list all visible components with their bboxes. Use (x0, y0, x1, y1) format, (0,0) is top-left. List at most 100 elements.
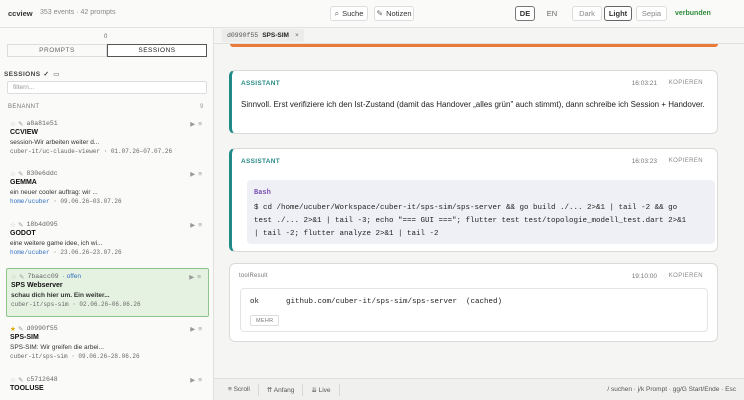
session-controls[interactable]: ▶≡ (189, 273, 204, 281)
star-icon[interactable]: ☆ (10, 120, 18, 128)
tab-sessions[interactable]: SESSIONS (107, 44, 207, 57)
sessions-section-title: SESSIONS ✓ ▭ (4, 70, 60, 78)
session-item[interactable]: ☆ ✎ 830e6ddc ▶≡ GEMMA ein neuer cooler a… (6, 166, 209, 209)
session-meta: cuber-it/uc-claude-viewer · 01.07.26–07.… (10, 148, 173, 155)
session-filter-input[interactable] (7, 81, 207, 94)
session-title: GEMMA (10, 179, 37, 186)
session-title: CCVIEW (10, 129, 38, 136)
star-icon[interactable]: ☆ (10, 376, 18, 384)
session-id: d0990f55 (26, 325, 58, 332)
session-dates: 09.06.26–28.06.26 (78, 353, 140, 360)
notes-label: Notizen (386, 9, 412, 18)
session-preview: ein neuer cooler auftrag: wir ... (10, 189, 98, 196)
session-item[interactable]: ★ ✎ d0990f55 ▶≡ SPS-SIM SPS-SIM: Wir gre… (6, 321, 209, 364)
session-title: SPS Webserver (11, 282, 63, 289)
session-controls[interactable]: ▶≡ (190, 170, 205, 178)
search-button[interactable]: ⌕ Suche (330, 6, 368, 21)
close-icon[interactable]: × (295, 32, 299, 39)
star-icon[interactable]: ☆ (10, 221, 18, 229)
collapse-icon[interactable]: ▭ (53, 71, 60, 78)
tool-command: $ cd /home/ucuber/Workspace/cuber-it/sps… (254, 204, 687, 238)
lang-de-button[interactable]: DE (515, 6, 535, 21)
session-id: 830e6ddc (26, 170, 58, 177)
theme-dark-button[interactable]: Dark (572, 6, 602, 21)
session-controls[interactable]: ▶≡ (190, 120, 205, 128)
section-label: SESSIONS (4, 71, 41, 78)
session-project: home/ucuber (10, 198, 50, 205)
theme-light-button[interactable]: Light (604, 6, 632, 21)
star-icon[interactable]: ★ (10, 325, 18, 333)
session-item[interactable]: ☆ ✎ 18b4d095 ▶≡ GODOT eine weitere game … (6, 217, 209, 260)
copy-button[interactable]: KOPIEREN (669, 273, 703, 279)
session-project: home/ucuber (10, 249, 50, 256)
session-title: SPS-SIM (10, 334, 39, 341)
session-id: 7baacc09 (27, 273, 59, 280)
session-controls[interactable]: ▶≡ (190, 376, 205, 384)
pin-icon[interactable]: ✎ (18, 170, 23, 178)
star-icon[interactable]: ☆ (11, 273, 19, 281)
sidebar: 0 PROMPTS SESSIONS SESSIONS✓▭ BENANNT 9 … (0, 28, 214, 400)
session-project: cuber-it/uc-claude-viewer (10, 148, 101, 155)
session-project: cuber-it/sps-sim (10, 353, 68, 360)
pin-icon[interactable]: ✎ (18, 325, 23, 333)
pin-icon[interactable]: ✎ (18, 376, 23, 384)
tool-call-block: Bash $ cd /home/ucuber/Workspace/cuber-i… (247, 180, 715, 244)
sidebar-tabs: PROMPTS SESSIONS (7, 44, 207, 57)
session-controls[interactable]: ▶≡ (190, 221, 205, 229)
message-time: 16:03:21 (631, 80, 657, 87)
pin-icon[interactable]: ✎ (19, 273, 24, 281)
more-button[interactable]: MEHR (250, 315, 280, 326)
theme-sepia-button[interactable]: Sepia (636, 6, 667, 21)
notes-icon: ✎ (376, 9, 384, 18)
session-status: · offen (62, 273, 81, 280)
session-id: c5712648 (26, 376, 58, 383)
session-item[interactable]: ☆ ✎ a8a81e51 ▶≡ CCVIEW session-Wir arbei… (6, 116, 209, 159)
jump-live-button[interactable]: ⇊ Live (303, 383, 340, 396)
session-dates: 09.06.26–03.07.26 (60, 198, 122, 205)
check-icon[interactable]: ✓ (43, 71, 49, 78)
pin-icon[interactable]: ✎ (18, 221, 23, 229)
assistant-tool-message: ASSISTANT 16:03:23 KOPIEREN Bash $ cd /h… (229, 148, 718, 252)
lang-en-button[interactable]: EN (541, 6, 563, 21)
message-text: Sinnvoll. Erst verifiziere ich den Ist-Z… (241, 100, 705, 109)
session-meta: cuber-it/sps-sim · 09.06.26–28.06.26 (10, 353, 140, 360)
message-time: 19:10:00 (631, 273, 657, 280)
assistant-message: ASSISTANT 16:03:21 KOPIEREN Sinnvoll. Er… (229, 70, 718, 134)
group-label: BENANNT (8, 104, 40, 110)
connection-status: verbunden (675, 10, 711, 17)
copy-button[interactable]: KOPIEREN (669, 158, 703, 164)
previous-card-edge (230, 44, 718, 47)
notes-button[interactable]: ✎ Notizen (374, 6, 414, 21)
open-session-tab[interactable]: d0990f55 SPS-SIM × (222, 29, 304, 42)
scroll-button[interactable]: ≡ Scroll (214, 383, 259, 396)
jump-start-button[interactable]: ⇈ Anfang (259, 383, 304, 396)
footer-bar: ≡ Scroll ⇈ Anfang ⇊ Live / suchen · j/k … (214, 378, 744, 400)
session-dates: 01.07.26–07.07.26 (110, 148, 173, 155)
tool-result-message: toolResult 19:10:00 KOPIEREN ok github.c… (229, 263, 718, 342)
tool-name: Bash (254, 189, 271, 197)
pin-icon[interactable]: ✎ (18, 120, 23, 128)
session-dates: 23.06.26–23.07.26 (60, 249, 122, 256)
session-title: TOOLUSE (10, 385, 44, 392)
message-role: ASSISTANT (241, 158, 281, 165)
session-item-active[interactable]: ☆ ✎ 7baacc09 · offen ▶≡ SPS Webserver sc… (6, 268, 209, 317)
session-preview: SPS-SIM: Wir greifen die arbei... (10, 344, 104, 351)
session-id: a8a81e51 (26, 120, 58, 127)
session-id: 18b4d095 (26, 221, 58, 228)
star-icon[interactable]: ☆ (10, 170, 18, 178)
session-meta: home/ucuber · 09.06.26–03.07.26 (10, 198, 122, 205)
open-tab-id: d0990f55 (227, 32, 259, 39)
session-controls[interactable]: ▶≡ (190, 325, 205, 333)
session-item[interactable]: ☆ ✎ c5712648 ▶≡ TOOLUSE (6, 372, 209, 397)
message-role: ASSISTANT (241, 80, 281, 87)
event-stats: 353 events · 42 prompts (40, 9, 116, 16)
group-count: 9 (200, 104, 204, 110)
message-time: 16:03:23 (631, 158, 657, 165)
session-preview: session-Wir arbeiten weiter d... (10, 139, 100, 146)
tab-prompts[interactable]: PROMPTS (7, 44, 107, 57)
search-icon: ⌕ (334, 8, 340, 18)
session-preview: schau dich hier um. Ein weiter... (11, 292, 110, 299)
session-preview: eine weitere game idee, ich wi... (10, 240, 103, 247)
copy-button[interactable]: KOPIEREN (669, 80, 703, 86)
open-tab-name: SPS-SIM (262, 32, 289, 39)
